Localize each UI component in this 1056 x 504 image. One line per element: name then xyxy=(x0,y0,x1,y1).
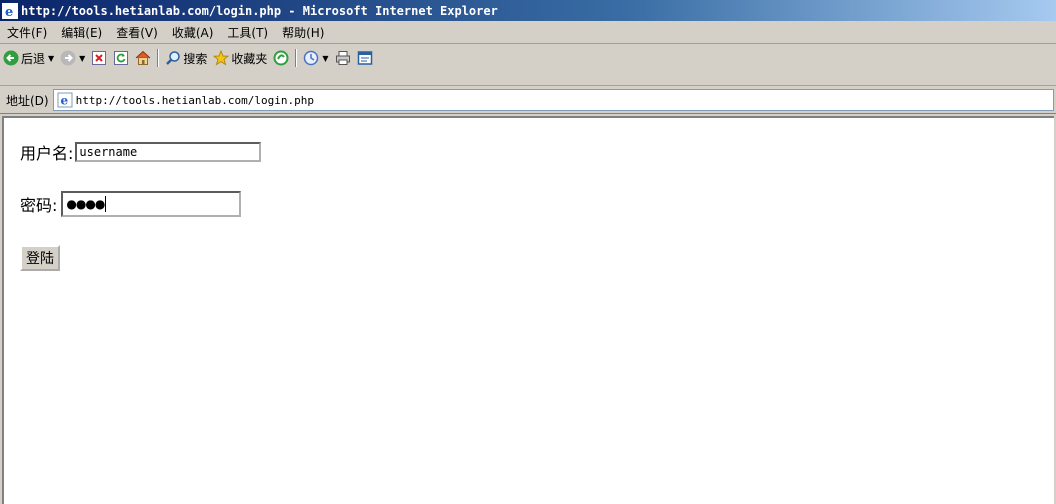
favorites-star-icon xyxy=(213,50,230,66)
window-titlebar[interactable]: e http://tools.hetianlab.com/login.php -… xyxy=(0,0,1056,21)
forward-dropdown-icon[interactable]: ▼ xyxy=(79,54,85,63)
print-button[interactable] xyxy=(332,47,354,69)
ie-logo-icon: e xyxy=(2,2,18,19)
search-icon xyxy=(166,51,181,65)
password-row: 密码: ●●●● xyxy=(20,191,242,217)
toolbar-separator xyxy=(157,49,160,67)
back-button[interactable]: 后退 ▼ xyxy=(0,47,57,69)
login-submit-button[interactable]: 登陆 xyxy=(20,245,60,271)
toolbar-separator xyxy=(295,49,298,67)
media-button[interactable] xyxy=(270,47,292,69)
favorites-label: 收藏夹 xyxy=(231,51,268,66)
address-input[interactable]: e http://tools.hetianlab.com/login.php xyxy=(52,89,1054,111)
menu-help[interactable]: 帮助(H) xyxy=(275,24,331,41)
history-button[interactable]: ▼ xyxy=(300,47,331,69)
password-label: 密码: xyxy=(20,196,58,215)
menu-bar: 文件(F) 编辑(E) 查看(V) 收藏(A) 工具(T) 帮助(H) xyxy=(0,21,1056,44)
password-input[interactable]: ●●●● xyxy=(61,191,242,217)
standard-toolbar: 后退 ▼ ▼ 搜索 收藏夹 ▼ xyxy=(0,44,1056,86)
back-arrow-icon xyxy=(3,50,19,66)
window-title: http://tools.hetianlab.com/login.php - M… xyxy=(21,3,498,18)
password-mask: ●●●● xyxy=(66,197,105,211)
edit-document-icon xyxy=(357,51,372,65)
svg-text:e: e xyxy=(5,5,13,19)
search-button[interactable]: 搜索 xyxy=(162,47,210,69)
page-content: 用户名: username 密码: ●●●● 登陆 xyxy=(2,116,1054,504)
menu-view[interactable]: 查看(V) xyxy=(109,24,165,41)
print-icon xyxy=(335,51,350,65)
menu-file[interactable]: 文件(F) xyxy=(0,24,54,41)
favorites-button[interactable]: 收藏夹 xyxy=(210,47,270,69)
forward-button[interactable]: ▼ xyxy=(57,47,88,69)
address-label: 地址(D) xyxy=(6,93,49,108)
refresh-icon xyxy=(114,51,129,65)
username-row: 用户名: username xyxy=(20,140,262,164)
search-label: 搜索 xyxy=(183,51,208,66)
history-dropdown-icon[interactable]: ▼ xyxy=(322,54,328,63)
stop-icon xyxy=(92,51,107,65)
back-dropdown-icon[interactable]: ▼ xyxy=(48,54,54,63)
menu-favorites[interactable]: 收藏(A) xyxy=(165,24,221,41)
back-label: 后退 xyxy=(21,51,46,66)
username-input[interactable]: username xyxy=(75,142,262,162)
page-icon: e xyxy=(57,92,73,108)
home-icon xyxy=(135,50,151,65)
media-icon xyxy=(273,50,289,66)
username-value: username xyxy=(79,145,138,159)
refresh-button[interactable] xyxy=(110,47,132,69)
address-url: http://tools.hetianlab.com/login.php xyxy=(75,93,315,107)
edit-page-button[interactable] xyxy=(354,47,376,69)
username-label: 用户名: xyxy=(20,144,74,163)
address-bar: 地址(D) e http://tools.hetianlab.com/login… xyxy=(0,87,1056,114)
stop-button[interactable] xyxy=(88,47,110,69)
history-icon xyxy=(304,50,319,66)
home-button[interactable] xyxy=(132,47,154,69)
forward-arrow-icon xyxy=(60,50,76,66)
menu-tools[interactable]: 工具(T) xyxy=(220,24,275,41)
svg-text:e: e xyxy=(60,94,68,108)
text-caret xyxy=(105,196,107,212)
menu-edit[interactable]: 编辑(E) xyxy=(54,24,109,41)
